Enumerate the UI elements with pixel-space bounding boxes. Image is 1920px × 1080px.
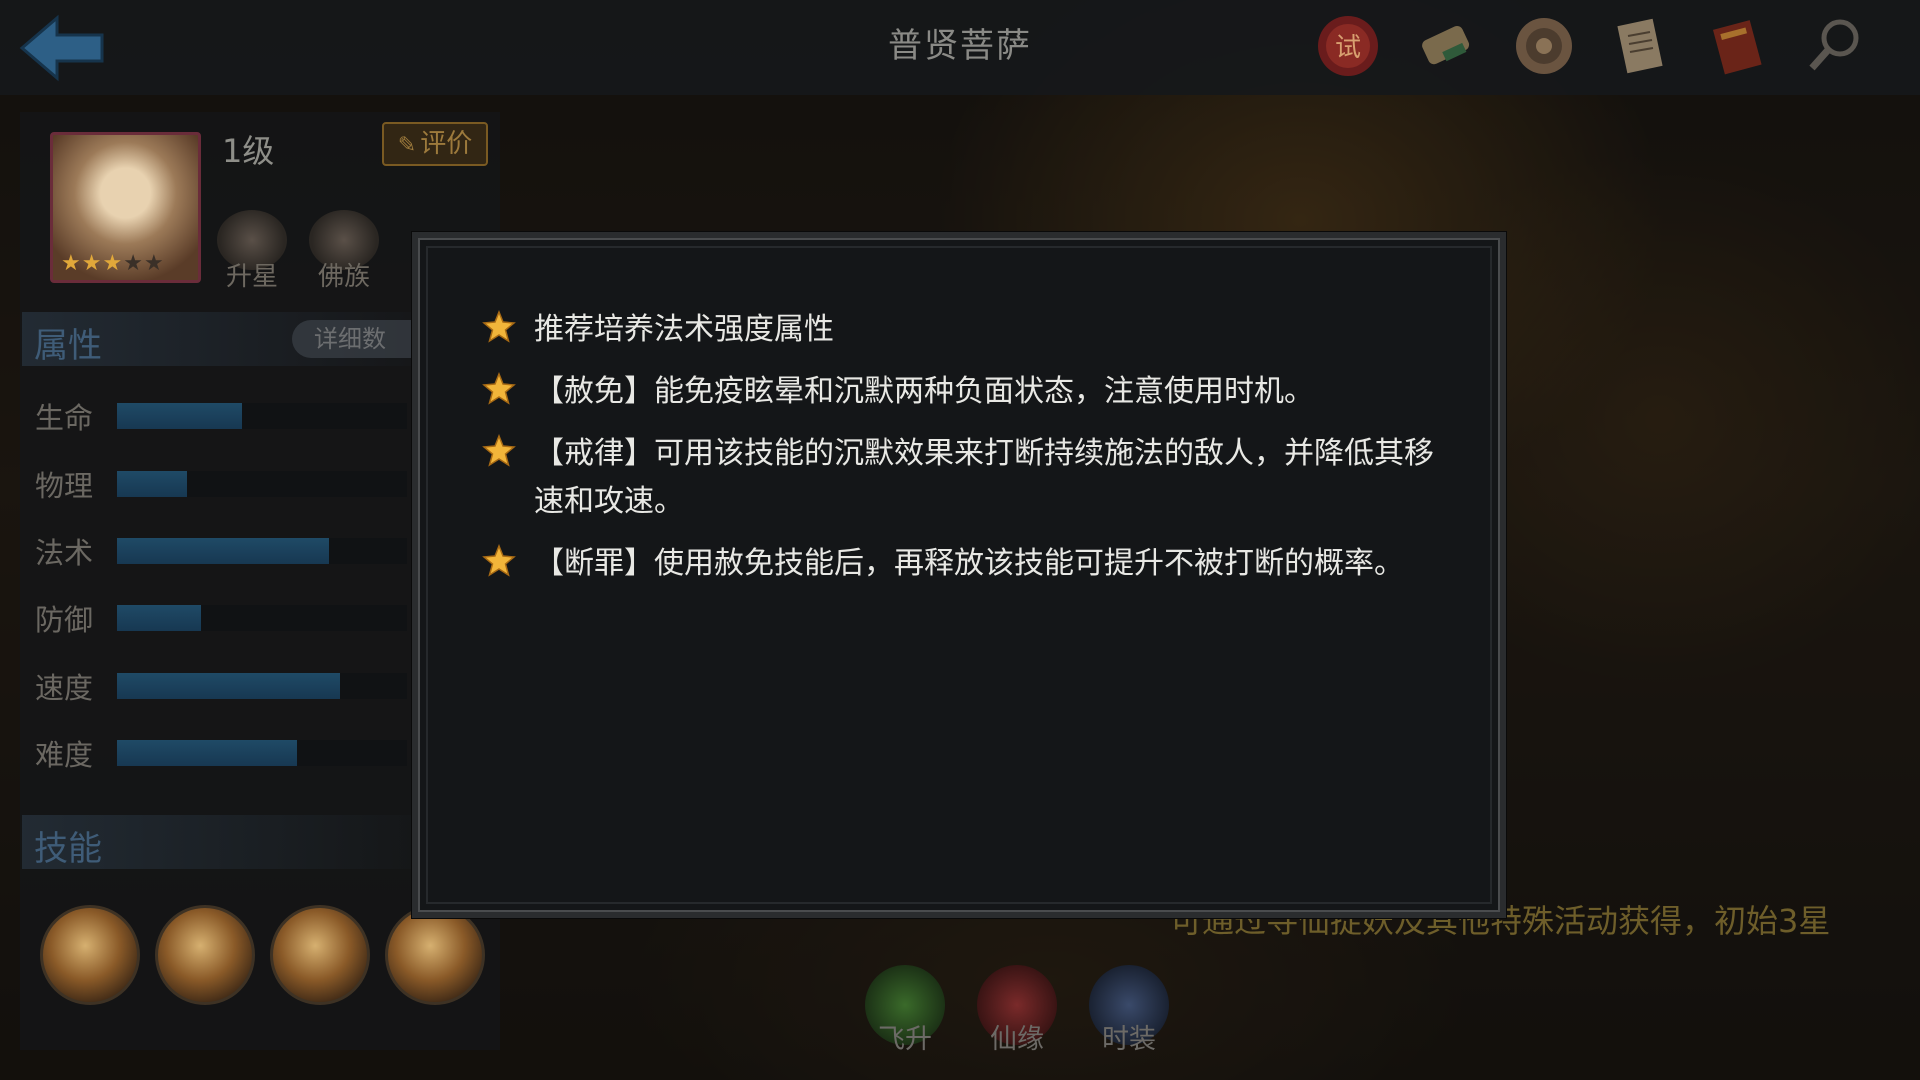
rating-star-icon: ★	[102, 251, 124, 276]
stat-row: 生命	[35, 395, 415, 435]
stat-label: 法术	[35, 536, 94, 570]
skill-icon-3[interactable]	[270, 905, 370, 1005]
stat-bar-fill	[117, 538, 329, 564]
costume-button[interactable]: 时装	[1074, 965, 1184, 1075]
bond-label: 仙缘	[990, 1024, 1044, 1055]
hero-level: 1级	[222, 132, 275, 170]
skill-icon-4[interactable]	[385, 905, 485, 1005]
rating-star-icon: ★	[61, 251, 82, 276]
star-icon	[482, 434, 516, 467]
costume-label: 时装	[1102, 1024, 1156, 1055]
page-title: 普贤菩萨	[888, 26, 1032, 66]
skills-title: 技能	[34, 829, 102, 869]
skill-icon-2[interactable]	[155, 905, 255, 1005]
upgrade-star-label: 升星	[225, 262, 278, 292]
medallion-button[interactable]	[1508, 10, 1580, 82]
stat-row: 法术	[35, 530, 415, 570]
stat-bar-track	[117, 538, 407, 564]
skills-header: 技能	[22, 815, 412, 869]
stat-bar-fill	[117, 673, 341, 699]
stat-bar-fill	[117, 740, 297, 766]
stat-bar-track	[117, 471, 407, 497]
race-button[interactable]: 佛族	[304, 210, 384, 292]
hero-portrait[interactable]: ★★★★★	[50, 132, 201, 283]
attributes-header: 属性 详细数	[22, 312, 432, 366]
stat-label: 防御	[35, 603, 94, 637]
stat-bar-fill	[117, 605, 202, 631]
stat-label: 物理	[35, 469, 94, 503]
ascend-label: 飞升	[878, 1024, 932, 1055]
stat-row: 防御	[35, 597, 415, 637]
search-button[interactable]	[1800, 10, 1872, 82]
document-icon	[1617, 18, 1663, 74]
svg-text:试: 试	[1335, 33, 1361, 63]
upgrade-star-button[interactable]: 升星	[212, 210, 292, 292]
back-button[interactable]	[12, 8, 112, 88]
rating-star-icon: ★	[123, 251, 144, 276]
stat-bar-track	[117, 605, 407, 631]
tip-text: 推荐培养法术强度属性	[534, 312, 834, 347]
hero-star-rating: ★★★★★	[61, 251, 165, 276]
tip-text: 【赦免】能免疫眩晕和沉默两种负面状态，注意使用时机。	[534, 374, 1314, 409]
book-button[interactable]	[1702, 10, 1774, 82]
scroll-icon	[1422, 25, 1470, 65]
rate-label: 评价	[420, 129, 473, 159]
stat-bar-track	[117, 673, 407, 699]
attributes-title: 属性	[34, 326, 102, 366]
scroll-button[interactable]	[1410, 10, 1482, 82]
star-icon	[482, 544, 516, 577]
stat-bar-fill	[117, 403, 242, 429]
stat-bar-track	[117, 403, 407, 429]
magnifier-icon	[1809, 19, 1859, 71]
stat-row: 难度	[35, 732, 415, 772]
stat-label: 速度	[35, 671, 94, 705]
ascend-button[interactable]: 飞升	[850, 965, 960, 1075]
skill-icon-1[interactable]	[40, 905, 140, 1005]
rating-star-icon: ★	[81, 251, 103, 276]
stat-row: 物理	[35, 463, 415, 503]
stat-label: 生命	[35, 401, 94, 435]
tips-dialog[interactable]: 推荐培养法术强度属性 【赦免】能免疫眩晕和沉默两种负面状态，注意使用时机。 【戒…	[412, 232, 1506, 918]
rating-star-icon: ★	[143, 251, 165, 276]
stat-label: 难度	[35, 738, 94, 772]
star-icon	[482, 310, 516, 343]
medallion-icon	[1516, 18, 1572, 74]
rate-button[interactable]: ✎ 评价	[382, 122, 488, 166]
stat-bar-fill	[117, 471, 187, 497]
tip-text: 【断罪】使用赦免技能后，再释放该技能可提升不被打断的概率。	[534, 546, 1404, 581]
document-button[interactable]	[1604, 10, 1676, 82]
race-label: 佛族	[317, 262, 370, 292]
detail-stats-button[interactable]: 详细数	[292, 320, 432, 358]
bond-button[interactable]: 仙缘	[962, 965, 1072, 1075]
trial-seal-button[interactable]: 试	[1312, 10, 1384, 82]
star-icon	[482, 372, 516, 405]
top-bar: 普贤菩萨 试	[0, 0, 1920, 95]
stat-bar-track	[117, 740, 407, 766]
back-arrow-icon	[19, 14, 104, 82]
trial-seal-icon: 试	[1318, 16, 1378, 76]
book-icon	[1712, 20, 1762, 75]
edit-icon: ✎	[397, 133, 417, 158]
tip-text: 【戒律】可用该技能的沉默效果来打断持续施法的敌人，并降低其移速和攻速。	[534, 436, 1434, 519]
stat-row: 速度	[35, 665, 415, 705]
